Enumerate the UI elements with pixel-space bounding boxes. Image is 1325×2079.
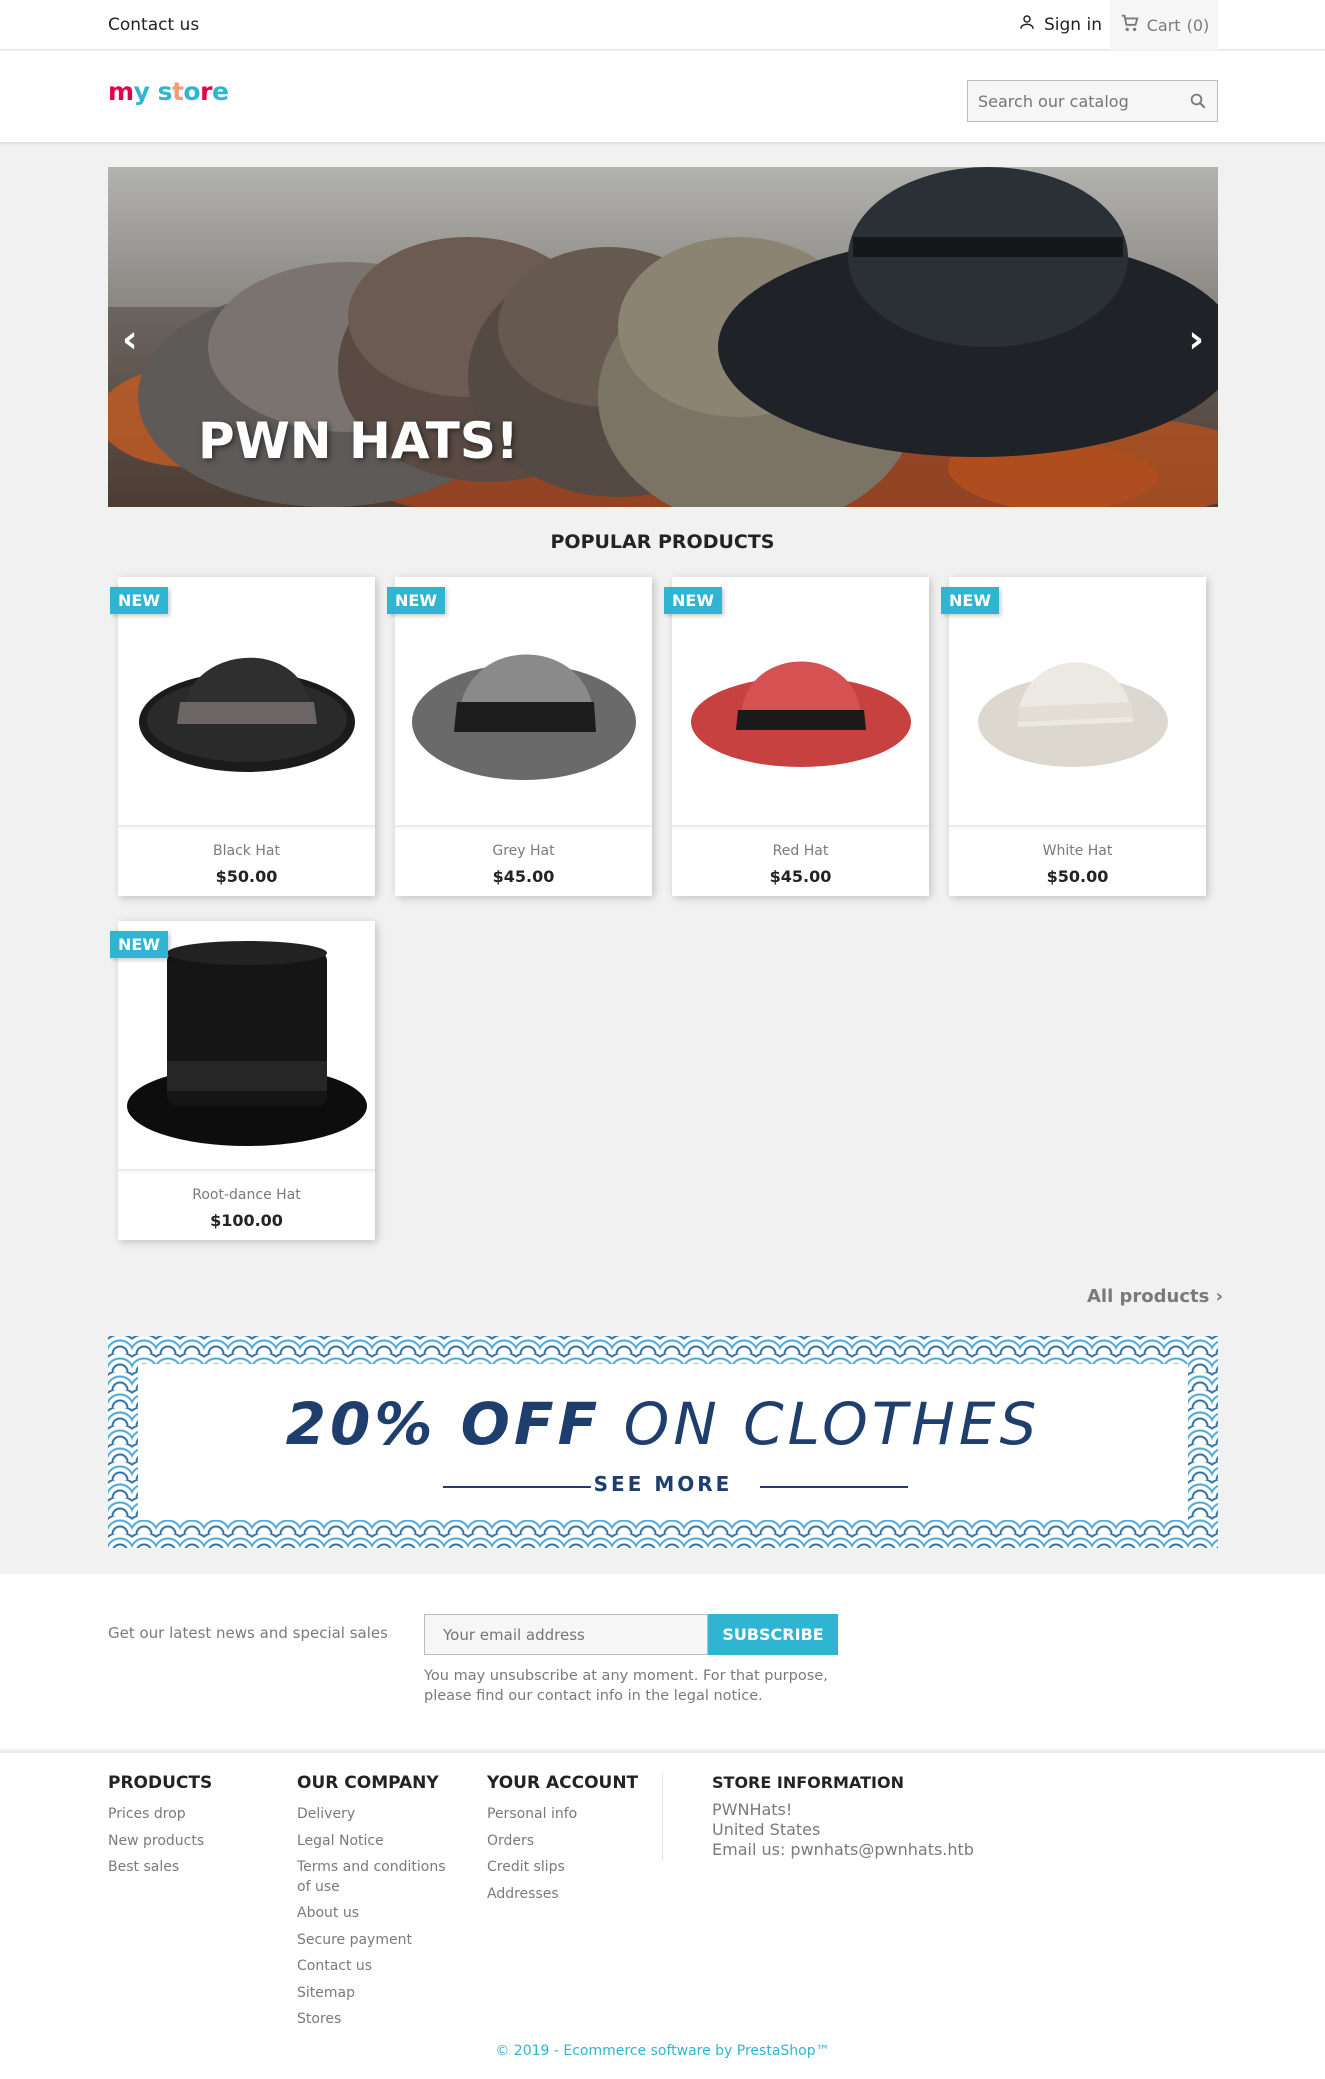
footer-account-title[interactable]: YOUR ACCOUNT	[487, 1773, 638, 1793]
product-card[interactable]: NEW White Hat $50.00	[941, 577, 1206, 896]
footer-link[interactable]: Terms and conditions of use	[297, 1854, 457, 1900]
store-information: STORE INFORMATION PWNHats! United States…	[712, 1773, 974, 1860]
product-image[interactable]	[118, 577, 375, 827]
chevron-right-icon: ›	[1215, 1286, 1224, 1307]
top-nav-bar: Contact us Sign in Cart (0)	[0, 0, 1325, 50]
product-price: $45.00	[769, 867, 832, 886]
product-price: $100.00	[210, 1211, 283, 1230]
new-badge: NEW	[664, 587, 722, 614]
footer-link[interactable]: Stores	[297, 2006, 457, 2033]
see-more-button[interactable]: SEE MORE	[138, 1472, 1188, 1496]
user-icon	[1018, 13, 1036, 36]
footer-link[interactable]: About us	[297, 1900, 457, 1927]
subscribe-button[interactable]: SUBSCRIBE	[708, 1614, 838, 1655]
footer-products-column: PRODUCTS Prices drop New products Best s…	[108, 1773, 212, 1881]
footer-link[interactable]: Sitemap	[297, 1980, 457, 2007]
product-image[interactable]	[395, 577, 652, 827]
product-card[interactable]: NEW Grey Hat $45.00	[387, 577, 652, 896]
new-badge: NEW	[110, 931, 168, 958]
product-image[interactable]	[672, 577, 929, 827]
product-name[interactable]: Root-dance Hat	[118, 1187, 375, 1203]
site-header: my store	[0, 51, 1325, 142]
footer-link[interactable]: Best sales	[108, 1854, 212, 1881]
product-name[interactable]: White Hat	[949, 843, 1206, 859]
slider-caption: PWN HATS!	[198, 412, 519, 470]
copyright-link[interactable]: © 2019 - Ecommerce software by PrestaSho…	[0, 2043, 1325, 2059]
footer-account-column: YOUR ACCOUNT Personal info Orders Credit…	[487, 1773, 638, 1907]
promo-headline: 20% OFF ON CLOTHES	[138, 1390, 1188, 1458]
cart-button[interactable]: Cart (0)	[1110, 0, 1218, 50]
product-image[interactable]	[118, 921, 375, 1171]
footer-link[interactable]: Delivery	[297, 1801, 457, 1828]
shopping-cart-icon	[1119, 12, 1141, 38]
product-card[interactable]: NEW Black Hat $50.00	[110, 577, 375, 896]
all-products-label: All products	[1087, 1286, 1210, 1307]
newsletter-note: You may unsubscribe at any moment. For t…	[424, 1668, 828, 1704]
product-price: $45.00	[492, 867, 555, 886]
cart-count: (0)	[1186, 15, 1210, 35]
sign-in-link[interactable]: Sign in	[1018, 13, 1102, 36]
new-badge: NEW	[387, 587, 445, 614]
promo-banner[interactable]: 20% OFF ON CLOTHES SEE MORE	[108, 1336, 1218, 1548]
footer-link[interactable]: Contact us	[297, 1953, 457, 1980]
footer-link[interactable]: Legal Notice	[297, 1828, 457, 1855]
new-badge: NEW	[941, 587, 999, 614]
product-name[interactable]: Black Hat	[118, 843, 375, 859]
slider-prev-arrow[interactable]: ‹	[122, 317, 138, 361]
product-price: $50.00	[1046, 867, 1109, 886]
product-name[interactable]: Grey Hat	[395, 843, 652, 859]
store-country: United States	[712, 1820, 821, 1839]
divider	[662, 1773, 663, 1861]
store-email[interactable]: Email us: pwnhats@pwnhats.htb	[712, 1840, 974, 1860]
footer-link[interactable]: Addresses	[487, 1881, 638, 1908]
footer-link[interactable]: Orders	[487, 1828, 638, 1855]
cart-label: Cart	[1146, 15, 1181, 35]
footer-link[interactable]: Secure payment	[297, 1927, 457, 1954]
promo-headline-bold: 20% OFF	[285, 1390, 602, 1458]
product-price: $50.00	[215, 867, 278, 886]
footer-products-title: PRODUCTS	[108, 1773, 213, 1793]
site-footer: PRODUCTS Prices drop New products Best s…	[0, 1751, 1325, 2079]
all-products-link[interactable]: All products ›	[1087, 1286, 1223, 1307]
footer-company-title: OUR COMPANY	[297, 1773, 439, 1793]
newsletter-label: Get our latest news and special sales	[108, 1624, 388, 1642]
contact-us-link[interactable]: Contact us	[108, 15, 199, 35]
footer-link[interactable]: Credit slips	[487, 1854, 638, 1881]
footer-company-column: OUR COMPANY Delivery Legal Notice Terms …	[297, 1773, 457, 2033]
email-field[interactable]	[424, 1614, 708, 1655]
new-badge: NEW	[110, 587, 168, 614]
sign-in-label: Sign in	[1044, 14, 1102, 35]
search-box	[967, 80, 1218, 122]
product-card[interactable]: NEW Red Hat $45.00	[664, 577, 929, 896]
footer-link[interactable]: New products	[108, 1828, 212, 1855]
popular-products-title: POPULAR PRODUCTS	[550, 531, 775, 553]
product-name[interactable]: Red Hat	[672, 843, 929, 859]
newsletter-section: Get our latest news and special sales SU…	[0, 1574, 1325, 1749]
store-information-title: STORE INFORMATION	[712, 1773, 904, 1792]
footer-link[interactable]: Prices drop	[108, 1801, 212, 1828]
product-card[interactable]: NEW Root-dance Hat $100.00	[110, 921, 375, 1240]
search-input[interactable]	[968, 81, 1168, 121]
product-image[interactable]	[949, 577, 1206, 827]
hero-slider[interactable]: ‹ › PWN HATS!	[108, 167, 1218, 507]
promo-banner-content: 20% OFF ON CLOTHES SEE MORE	[138, 1364, 1188, 1520]
footer-link[interactable]: Personal info	[487, 1801, 638, 1828]
divider	[760, 1486, 908, 1488]
store-logo[interactable]: my store	[108, 77, 229, 106]
slider-next-arrow[interactable]: ›	[1188, 317, 1204, 361]
promo-headline-rest: ON CLOTHES	[623, 1390, 1041, 1458]
search-icon[interactable]	[1189, 92, 1207, 114]
store-name: PWNHats!	[712, 1800, 793, 1819]
